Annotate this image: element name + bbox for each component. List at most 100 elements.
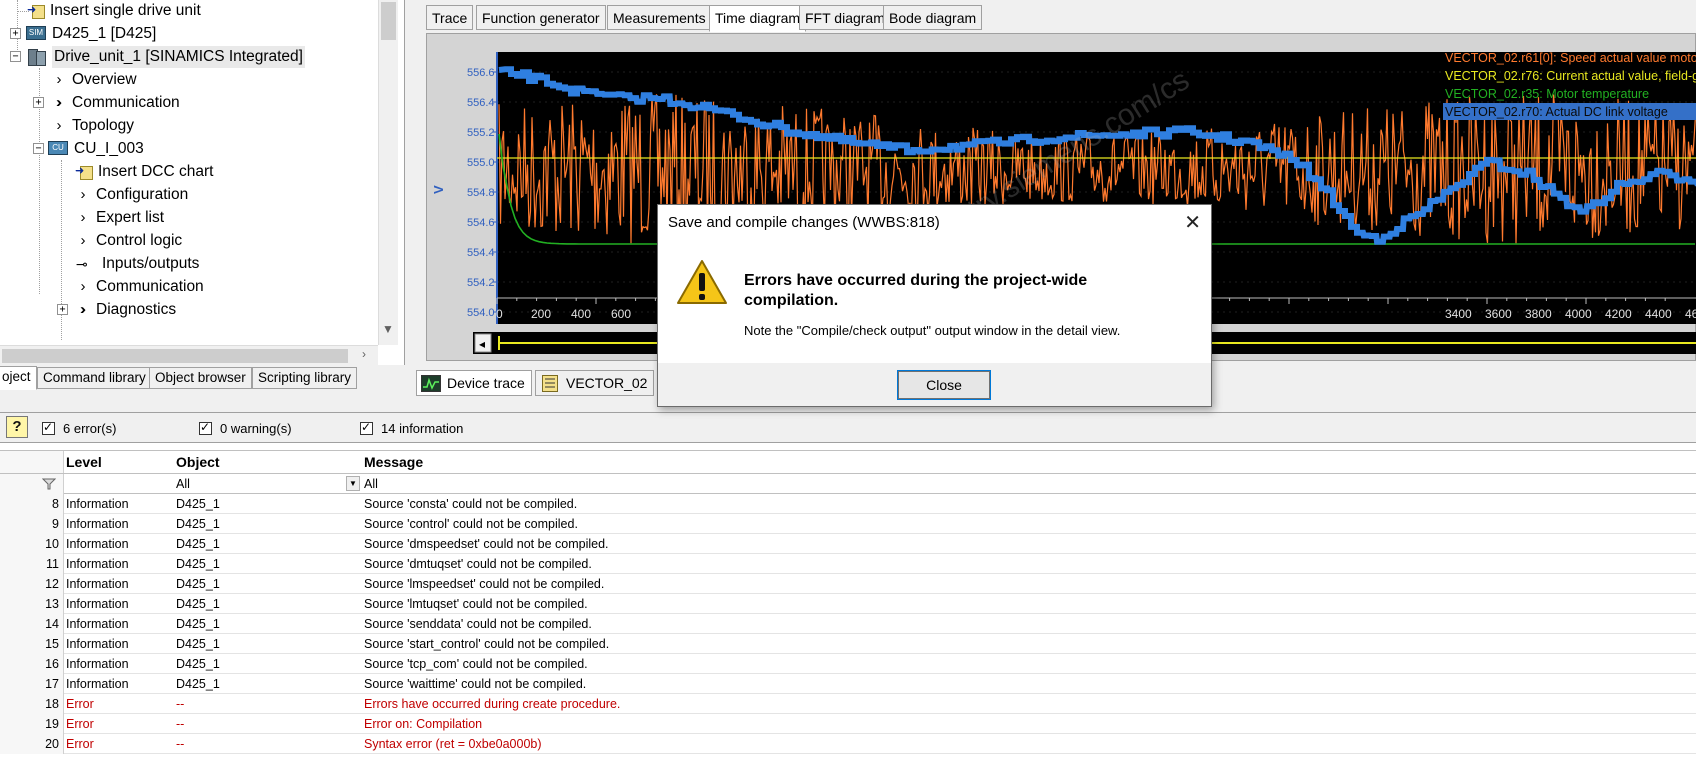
chevron-down-icon[interactable]: ▼ bbox=[346, 476, 360, 491]
message-filter[interactable]: All bbox=[364, 474, 1694, 494]
legend-entry[interactable]: VECTOR_02.r61[0]: Speed actual value mot… bbox=[1445, 51, 1696, 65]
dialog-title-bar[interactable]: Save and compile changes (WWBS:818) ✕ bbox=[658, 205, 1211, 241]
row-number: 19 bbox=[0, 714, 64, 734]
table-row[interactable]: 13 Information D425_1 Source 'lmtuqset' cou… bbox=[0, 594, 1696, 614]
scroll-down-icon[interactable]: ▼ bbox=[382, 322, 394, 336]
scrollbar-thumb[interactable] bbox=[2, 349, 348, 363]
tab-project[interactable]: oject bbox=[0, 366, 37, 390]
table-row[interactable]: 18 Error -- Errors have occurred during cre… bbox=[0, 694, 1696, 714]
tree-item-inputs-outputs[interactable]: ⊸ Inputs/outputs bbox=[76, 253, 199, 275]
table-row[interactable]: 8 Information D425_1 Source 'consta' could … bbox=[0, 494, 1696, 514]
x-tick-label: 3600 bbox=[1485, 307, 1512, 321]
y-tick-label: 554.6 bbox=[467, 217, 495, 229]
table-row[interactable]: 12 Information D425_1 Source 'lmspeedset' c… bbox=[0, 574, 1696, 594]
output-filter-bar: ? 6 error(s) 0 warning(s) 14 information bbox=[0, 413, 1696, 443]
table-row[interactable]: 9 Information D425_1 Source 'control' could… bbox=[0, 514, 1696, 534]
tree-horizontal-scrollbar[interactable]: › bbox=[0, 345, 378, 365]
table-row[interactable]: 10 Information D425_1 Source 'dmspeedset' c… bbox=[0, 534, 1696, 554]
information-filter[interactable]: 14 information bbox=[360, 420, 463, 438]
tree-item-insert-drive-unit[interactable]: Insert single drive unit bbox=[27, 0, 201, 22]
row-number-header bbox=[0, 451, 64, 473]
tree-item-diagnostics[interactable]: + ›› Diagnostics bbox=[57, 299, 176, 321]
tree-item-expert-list[interactable]: › Expert list bbox=[76, 207, 165, 229]
tree-item-configuration[interactable]: › Configuration bbox=[76, 184, 189, 206]
double-chevron-icon: ›› bbox=[56, 94, 62, 111]
expand-icon[interactable]: + bbox=[57, 304, 68, 315]
y-tick-label: 554.0 bbox=[467, 307, 495, 319]
expand-icon[interactable]: + bbox=[10, 28, 21, 39]
project-tree[interactable]: Insert single drive unit +SIMD425_1 [D42… bbox=[0, 0, 405, 365]
table-row[interactable]: 17 Information D425_1 Source 'waittime' cou… bbox=[0, 674, 1696, 694]
row-number: 10 bbox=[0, 534, 64, 554]
row-object: D425_1 bbox=[176, 597, 220, 611]
filter-icon[interactable] bbox=[42, 477, 56, 491]
column-header-level[interactable]: Level bbox=[66, 451, 174, 473]
tree-vertical-scrollbar[interactable]: ▼ bbox=[378, 0, 398, 345]
table-row[interactable]: 19 Error -- Error on: Compilation bbox=[0, 714, 1696, 734]
tree-item-topology[interactable]: › Topology bbox=[52, 115, 135, 137]
left-tab-bar: oject Command library Object browser Scr… bbox=[0, 366, 405, 390]
row-object: D425_1 bbox=[176, 657, 220, 671]
expand-icon[interactable]: + bbox=[33, 97, 44, 108]
double-chevron-icon: ›› bbox=[80, 301, 86, 318]
tab-bode-diagram[interactable]: Bode diagram bbox=[883, 5, 983, 30]
close-button[interactable]: Close bbox=[897, 370, 991, 400]
information-checkbox[interactable] bbox=[360, 420, 373, 436]
collapse-icon[interactable]: − bbox=[10, 51, 21, 62]
tab-object-browser[interactable]: Object browser bbox=[149, 367, 252, 389]
tab-measurements[interactable]: Measurements bbox=[607, 5, 712, 30]
x-tick-label: 200 bbox=[531, 307, 551, 321]
level-filter[interactable] bbox=[66, 474, 174, 494]
y-tick-label: 555.0 bbox=[467, 157, 495, 169]
tree-item-insert-dcc[interactable]: Insert DCC chart bbox=[75, 160, 213, 183]
column-header-message[interactable]: Message bbox=[364, 451, 1694, 473]
collapse-icon[interactable]: − bbox=[33, 143, 44, 154]
tab-vector02[interactable]: VECTOR_02 bbox=[535, 370, 655, 396]
table-header: Level Object Message bbox=[0, 450, 1696, 474]
table-row[interactable]: 16 Information D425_1 Source 'tcp_com' coul… bbox=[0, 654, 1696, 674]
tab-trace[interactable]: Trace bbox=[426, 5, 474, 30]
row-object: D425_1 bbox=[176, 537, 220, 551]
row-message: Source 'start_control' could not be comp… bbox=[364, 637, 610, 651]
tree-item-cu[interactable]: − CU CU_I_003 bbox=[33, 138, 144, 160]
legend-entry[interactable]: VECTOR_02.r70: Actual DC link voltage bbox=[1445, 105, 1668, 119]
tree-item-overview[interactable]: › Overview bbox=[52, 69, 137, 91]
row-number: 12 bbox=[0, 574, 64, 594]
warnings-checkbox[interactable] bbox=[199, 420, 212, 436]
errors-filter[interactable]: 6 error(s) bbox=[42, 420, 116, 438]
tab-function-generator[interactable]: Function generator bbox=[476, 5, 606, 30]
row-object: D425_1 bbox=[176, 637, 220, 651]
warnings-filter[interactable]: 0 warning(s) bbox=[199, 420, 292, 438]
row-level: Information bbox=[66, 557, 129, 571]
row-number: 16 bbox=[0, 654, 64, 674]
tab-command-library[interactable]: Command library bbox=[37, 367, 152, 389]
help-icon[interactable]: ? bbox=[6, 416, 28, 438]
tree-item-cu-communication[interactable]: › Communication bbox=[76, 276, 204, 298]
x-tick-label: 3800 bbox=[1525, 307, 1552, 321]
tree-item-d425[interactable]: + SIM D425_1 [D425] bbox=[10, 23, 156, 45]
tab-scripting-library[interactable]: Scripting library bbox=[252, 367, 358, 389]
tab-fft-diagram[interactable]: FFT diagram bbox=[799, 5, 891, 30]
tree-item-control-logic[interactable]: › Control logic bbox=[76, 230, 183, 252]
table-row[interactable]: 11 Information D425_1 Source 'dmtuqset' cou… bbox=[0, 554, 1696, 574]
tab-device-trace[interactable]: Device trace bbox=[416, 370, 532, 396]
legend-entry[interactable]: VECTOR_02.r76: Current actual value, fie… bbox=[1445, 69, 1696, 83]
table-row[interactable]: 15 Information D425_1 Source 'start_control… bbox=[0, 634, 1696, 654]
table-row[interactable]: 20 Error -- Syntax error (ret = 0xbe0a000b) bbox=[0, 734, 1696, 754]
scroll-right-icon[interactable]: › bbox=[362, 347, 366, 361]
table-row[interactable]: 14 Information D425_1 Source 'senddata' cou… bbox=[0, 614, 1696, 634]
row-message: Error on: Compilation bbox=[364, 717, 483, 731]
column-header-object[interactable]: Object bbox=[176, 451, 362, 473]
tab-time-diagram[interactable]: Time diagram bbox=[709, 5, 807, 32]
row-object: -- bbox=[176, 697, 185, 711]
errors-checkbox[interactable] bbox=[42, 420, 55, 436]
x-tick-label: 3400 bbox=[1445, 307, 1472, 321]
tree-item-communication[interactable]: + ›› Communication bbox=[33, 92, 180, 114]
y-tick-label: 554.4 bbox=[467, 247, 495, 259]
scrollbar-thumb[interactable] bbox=[381, 2, 396, 40]
object-filter-dropdown[interactable]: All ▼ bbox=[176, 474, 362, 494]
legend-entry[interactable]: VECTOR_02.r35: Motor temperature bbox=[1445, 87, 1649, 101]
tree-item-drive-unit[interactable]: − Drive_unit_1 [SINAMICS Integrated] bbox=[10, 46, 305, 68]
io-icon: ⊸ bbox=[76, 256, 88, 272]
close-icon[interactable]: ✕ bbox=[1184, 205, 1201, 241]
